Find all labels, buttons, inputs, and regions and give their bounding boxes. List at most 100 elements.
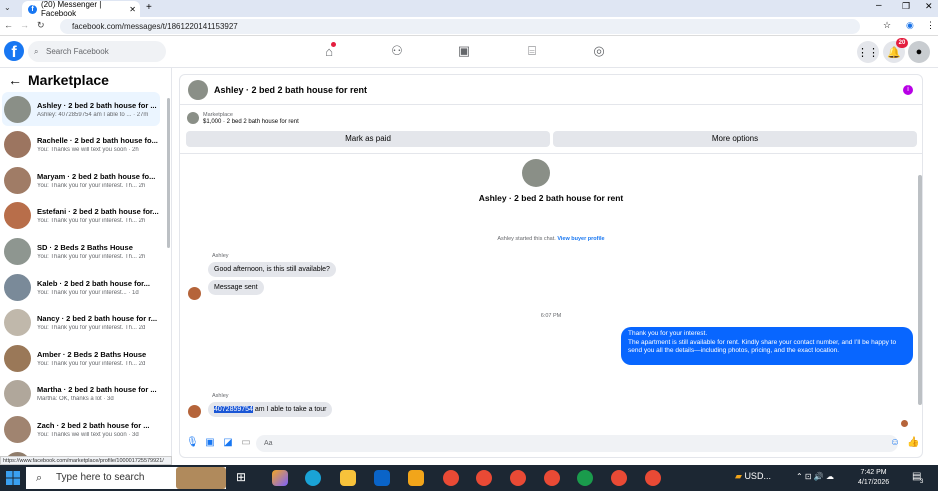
profile-icon[interactable]: ◉ [906,20,914,31]
like-icon[interactable]: 👍 [907,437,919,449]
mail-icon[interactable] [374,470,390,486]
listing-price[interactable]: $1,000 · 2 bed 2 bath house for rent [203,119,299,125]
notification-center-count: 3 [920,479,924,485]
conversation-item[interactable]: SD · 2 Beds 2 Baths House You: Thank you … [2,234,160,268]
chat-scrollbar[interactable] [918,175,922,405]
conversation-item[interactable]: Rachelle · 2 bed 2 bath house fo... You: … [2,128,160,162]
browser-menu-icon[interactable]: ⋮ [926,20,935,31]
search-input[interactable]: ⌕ Search Facebook [28,41,166,62]
system-tray-icons[interactable]: ⌃ ⊡ 🔊 ☁ [796,472,834,481]
facebook-logo-icon[interactable]: f [4,41,24,61]
maximize-button[interactable]: ❐ [902,1,910,12]
conversation-text: Amber · 2 Beds 2 Baths House You: Thank y… [37,350,146,367]
bookmark-star-icon[interactable]: ☆ [883,20,891,31]
conversation-name: Rachelle · 2 bed 2 bath house fo... [37,136,158,146]
incoming-message[interactable]: Message sent [208,280,264,295]
new-tab-button[interactable]: + [146,2,152,13]
chrome-icon[interactable] [443,470,459,486]
url-field[interactable]: facebook.com/messages/t/1861220141153927 [60,19,860,34]
started-text: Ashley started this chat. [497,236,556,242]
close-window-button[interactable]: ✕ [925,1,933,12]
chrome-icon[interactable] [476,470,492,486]
message-composer: 🎙 ▣ ◪ ▭ Aa ☺ 👍 [180,431,922,457]
listing-thumbnail[interactable] [187,112,199,124]
listing-thumbnail [4,273,31,301]
forward-icon[interactable]: → [20,20,29,30]
chat-panel: Ashley · 2 bed 2 bath house for rent i M… [179,74,923,458]
facebook-favicon-icon: f [28,4,37,14]
conversation-name: Martha · 2 bed 2 bath house for ... [37,385,157,395]
chat-avatar[interactable] [188,80,208,100]
sticker-icon[interactable]: ◪ [222,437,234,449]
conversation-name: Kaleb · 2 bed 2 bath house for... [37,278,150,288]
chrome-icon[interactable] [544,470,560,486]
sender-avatar [188,287,201,300]
chat-title[interactable]: Ashley · 2 bed 2 bath house for rent [214,85,367,95]
notification-badge: 20 [896,38,908,48]
store-icon[interactable] [408,470,424,486]
conversation-name: Estefani · 2 bed 2 bath house for... [37,207,159,217]
chrome-icon[interactable] [611,470,627,486]
conversation-item[interactable]: Martha · 2 bed 2 bath house for ... Marth… [2,377,160,411]
chrome-icon-active[interactable] [577,470,593,486]
conversation-preview: You: Thank you for your interest. Th... … [37,360,146,367]
chrome-icon[interactable] [645,470,661,486]
address-bar-row: ← → ↻ facebook.com/messages/t/1861220141… [0,17,938,36]
back-arrow-icon[interactable]: ← [8,72,22,88]
taskbar-clock[interactable]: 7:42 PM 4/17/2026 [858,468,889,488]
account-avatar[interactable]: ● [908,41,930,63]
video-icon[interactable]: ▣ [453,42,475,60]
conversation-item[interactable]: Estefani · 2 bed 2 bath house for... You:… [2,199,160,233]
marketplace-listing-bar: Marketplace $1,000 · 2 bed 2 bath house … [180,106,922,154]
conversation-item[interactable]: Kaleb · 2 bed 2 bath house for... You: Th… [2,270,160,304]
incoming-message[interactable]: 4072859754 am I able to take a tour [208,402,333,417]
tab-close-icon[interactable]: ✕ [129,5,136,14]
conversation-preview: You: Thank you for your interest. Th... … [37,253,146,260]
file-explorer-icon[interactable] [340,470,356,486]
minimize-button[interactable]: – [876,0,882,11]
incoming-message[interactable]: Good afternoon, is this still available? [208,262,336,277]
phone-number[interactable]: 4072859754 [214,406,253,413]
windows-start-icon[interactable] [6,471,20,485]
conversation-text: Maryam · 2 bed 2 bath house fo... You: Th… [37,172,155,189]
conversation-text: SD · 2 Beds 2 Baths House You: Thank you … [37,243,145,260]
conversation-item[interactable]: Nancy · 2 bed 2 bath house for r... You: … [2,306,160,340]
browser-tab[interactable]: f (20) Messenger | Facebook ✕ [22,0,140,18]
marketplace-icon[interactable]: ⌸ [521,42,543,60]
edge-icon[interactable] [305,470,321,486]
copilot-icon[interactable] [272,470,288,486]
task-view-icon[interactable]: ⊞ [236,470,246,484]
sidebar-scrollbar[interactable] [167,98,170,248]
conversation-item[interactable]: Zach · 2 bed 2 bath house for ... You: Th… [2,412,160,446]
friends-icon[interactable]: ⚇ [386,42,408,60]
outgoing-message[interactable]: Thank you for your interest. The apartme… [621,327,913,365]
conversation-item[interactable]: Maryam · 2 bed 2 bath house fo... You: Th… [2,163,160,197]
gallery-icon[interactable]: ▣ [204,437,216,449]
conversation-item[interactable]: Ashley · 2 bed 2 bath house for ... Ashle… [2,92,160,126]
reload-icon[interactable]: ↻ [37,20,45,31]
conversation-item[interactable]: Amber · 2 Beds 2 Baths House You: Thank y… [2,341,160,375]
weather-widget[interactable]: ▰ USD... [735,471,771,482]
message-input[interactable]: Aa [256,435,898,452]
home-icon[interactable]: ⌂ [318,42,340,60]
gif-icon[interactable]: ▭ [240,437,252,449]
menu-grid-icon[interactable]: ⋮⋮ [857,41,879,63]
conversation-preview: You: Thank you for your interest. Th... … [37,218,146,225]
microphone-icon[interactable]: 🎙 [186,437,199,449]
conversation-text: Martha · 2 bed 2 bath house for ... Marth… [37,385,157,402]
groups-icon[interactable]: ◎ [588,42,610,60]
taskbar-image [176,467,226,489]
clock-date: 4/17/2026 [858,479,890,486]
back-icon[interactable]: ← [4,20,13,30]
mark-as-paid-button[interactable]: Mark as paid [186,131,550,147]
chrome-icon[interactable] [510,470,526,486]
listing-thumbnail [4,415,31,443]
chat-header: Ashley · 2 bed 2 bath house for rent i [180,75,922,105]
conversation-text: Ashley · 2 bed 2 bath house for ... Ashle… [37,101,157,118]
conversation-preview: You: Thanks we will text you soon · 3d [37,431,139,438]
tab-search-icon[interactable]: ⌄ [4,3,11,12]
info-icon[interactable]: i [903,85,913,95]
emoji-icon[interactable]: ☺ [889,437,901,449]
view-buyer-profile-link[interactable]: View buyer profile [557,236,604,242]
more-options-button[interactable]: More options [553,131,917,147]
